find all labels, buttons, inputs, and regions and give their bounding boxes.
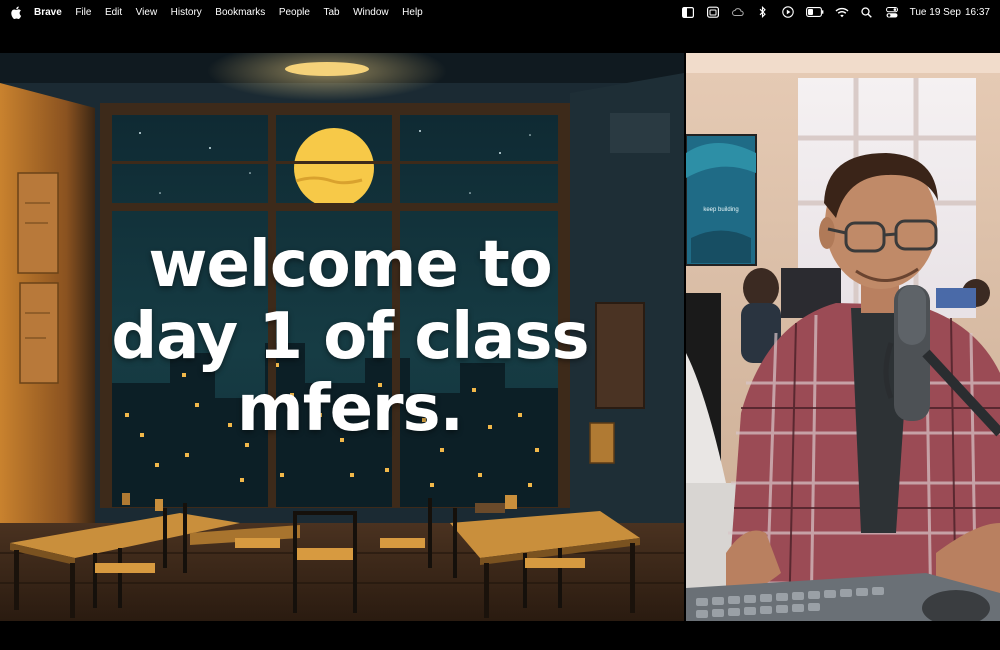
clock-time: 16:37 — [964, 6, 990, 18]
moon — [294, 128, 374, 208]
status-area: Tue 19 Sep 16:37 — [670, 0, 990, 24]
bottom-letterbox — [0, 621, 1000, 650]
battery-icon[interactable] — [805, 5, 824, 19]
wifi-icon[interactable] — [835, 5, 849, 19]
bluetooth-icon[interactable] — [756, 5, 770, 19]
menu-view[interactable]: View — [136, 7, 158, 18]
menu-people[interactable]: People — [279, 7, 310, 18]
menu-help[interactable]: Help — [402, 7, 423, 18]
menubar-clock[interactable]: Tue 19 Sep 16:37 — [910, 7, 990, 18]
apple-icon[interactable] — [11, 6, 25, 19]
control-center-icon[interactable] — [885, 5, 899, 19]
creative-cloud-icon[interactable] — [731, 5, 745, 19]
sidebar-icon[interactable] — [681, 5, 695, 19]
overlay-line-2: day 1 of class — [111, 300, 589, 374]
ceiling-lamp — [285, 62, 369, 76]
menu-bookmarks[interactable]: Bookmarks — [215, 7, 265, 18]
overlay-line-3: mfers. — [237, 372, 464, 446]
webcam-feed: keep building — [686, 53, 1000, 621]
lofi-classroom-scene: welcome to day 1 of class mfers. — [0, 53, 684, 621]
calendar-icon[interactable] — [706, 5, 720, 19]
welcome-overlay-text: welcome to day 1 of class mfers. — [80, 229, 620, 445]
menu-bar: Brave File Edit View History Bookmarks P… — [0, 0, 1000, 24]
menu-window[interactable]: Window — [353, 7, 389, 18]
search-icon[interactable] — [860, 5, 874, 19]
play-icon[interactable] — [781, 5, 795, 19]
stream-stage: welcome to day 1 of class mfers. keep bu… — [0, 53, 1000, 621]
overlay-line-1: welcome to — [148, 228, 552, 302]
menu-history[interactable]: History — [171, 7, 202, 18]
menu-tab[interactable]: Tab — [323, 7, 339, 18]
menu-edit[interactable]: Edit — [105, 7, 122, 18]
webcam-image: keep building — [686, 53, 1000, 621]
clock-date: Tue 19 Sep — [909, 6, 961, 18]
menu-app-brave[interactable]: Brave — [34, 7, 62, 18]
menu-file[interactable]: File — [75, 7, 91, 18]
poster-text: keep building — [703, 207, 738, 213]
